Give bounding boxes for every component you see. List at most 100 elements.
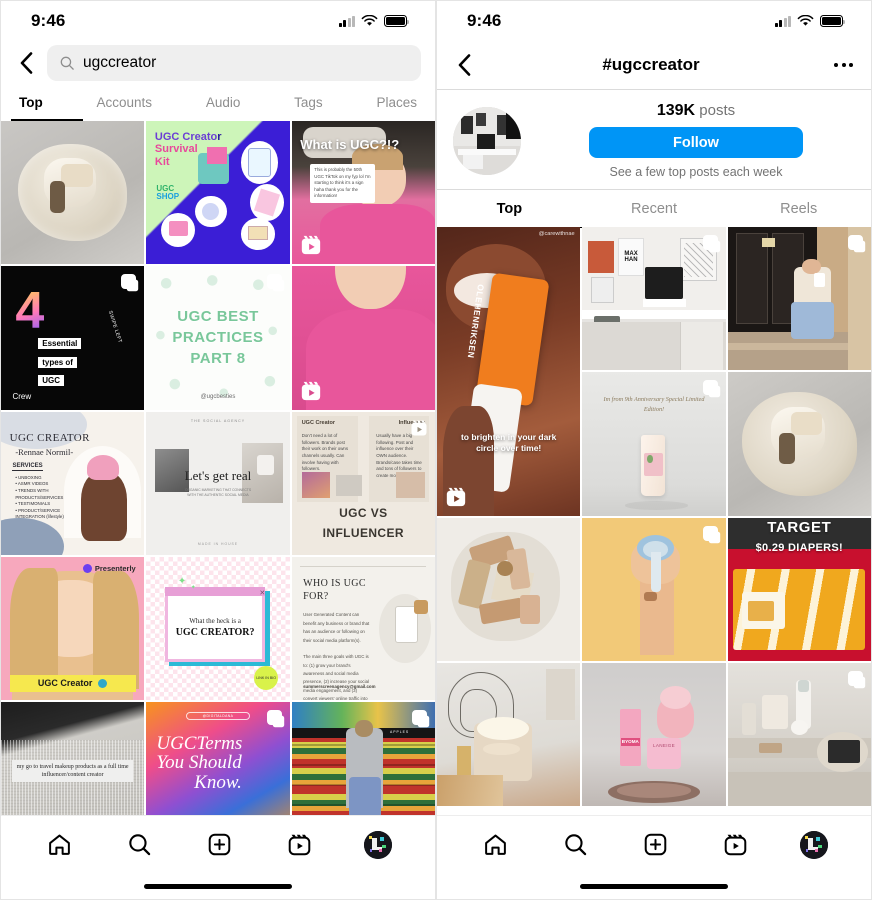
reels-badge-icon xyxy=(410,419,428,437)
search-header: ugccreator xyxy=(1,41,435,81)
post-bullet-3: TRENDS WITH PRODUCTS/SERVICES xyxy=(15,487,64,500)
hashtag-grid-wrapper[interactable]: OLEHENRIKSEN @carewithnae to brighten in… xyxy=(437,227,871,815)
grid-post-r5c2[interactable]: @DIGITALDANA UGCTerms You Should Know. P… xyxy=(146,702,290,815)
carousel-badge-icon xyxy=(702,525,722,545)
grid-post-g4[interactable] xyxy=(727,372,871,516)
reels-icon[interactable] xyxy=(720,830,750,860)
plus-square-icon[interactable] xyxy=(204,830,234,860)
post-thumbnail: OLEHENRIKSEN @carewithnae to brighten in… xyxy=(437,227,581,516)
grid-post-r3c3[interactable]: UGC Creator Influencer Don't need a lot … xyxy=(291,411,435,555)
wifi-icon xyxy=(361,15,378,26)
post-brand-b: LANEIGE xyxy=(653,743,676,749)
grid-post-g5[interactable] xyxy=(437,517,581,661)
carousel-badge-icon xyxy=(266,710,286,730)
grid-post-r1c2[interactable]: UGC Creator Survival Kit UGC SHOP xyxy=(146,121,290,265)
sparkle-icon: ✦ xyxy=(190,585,196,592)
grid-post-g7[interactable]: TARGET $0.29 DIAPERS! xyxy=(727,517,871,661)
profile-avatar-icon[interactable] xyxy=(800,830,828,859)
post-bullet-4: TESTIMONIALS xyxy=(18,501,51,507)
back-chevron-icon[interactable] xyxy=(449,48,479,82)
post-thumbnail: UGC CREATOR -Rennae Normil- SERVICES • U… xyxy=(1,411,145,555)
grid-post-r4c3[interactable]: WHO IS UGC FOR? User Generated Content c… xyxy=(291,556,435,701)
home-icon[interactable] xyxy=(480,830,510,860)
post-watermark: @carewithnae xyxy=(538,231,575,238)
grid-post-r3c1[interactable]: UGC CREATOR -Rennae Normil- SERVICES • U… xyxy=(1,411,145,555)
post-line-2: types of xyxy=(38,356,77,368)
search-filter-tabs: Top Accounts Audio Tags Places xyxy=(1,81,435,121)
post-brand-a: BYOMA xyxy=(621,737,640,747)
tab-accounts[interactable]: Accounts xyxy=(97,95,153,121)
tab-top[interactable]: Top xyxy=(19,95,43,121)
carousel-badge-icon xyxy=(702,380,722,400)
post-line-1: TARGET xyxy=(767,519,832,537)
page-title: #ugccreator xyxy=(602,55,700,74)
grid-post-r2c3[interactable] xyxy=(291,266,435,410)
search-icon[interactable] xyxy=(124,830,154,860)
post-line-2: $0.29 DIAPERS! xyxy=(755,542,843,555)
post-thumbnail: What the heck is a UGC CREATOR? ✕ ✦ ✦ LI… xyxy=(146,556,290,701)
post-thumbnail: TARGET $0.29 DIAPERS! xyxy=(727,517,871,661)
post-sticker: LINK IN BIO xyxy=(254,666,279,691)
search-input-value: ugccreator xyxy=(83,54,157,71)
post-thumbnail: my go to travel makeup products as a ful… xyxy=(1,702,145,815)
reels-badge-icon xyxy=(445,486,467,508)
post-title: Let's get real xyxy=(184,467,252,483)
post-thumbnail: Presenterly UGC Creator xyxy=(1,556,145,701)
status-time: 9:46 xyxy=(31,11,66,30)
grid-post-r1c3[interactable]: What is UGC?!? This is probably the 50th… xyxy=(291,121,435,265)
search-results-grid-wrapper[interactable]: UGC Creator Survival Kit UGC SHOP What i… xyxy=(1,121,435,815)
post-shelf-label: APPLES xyxy=(389,729,410,734)
post-line-1: What the heck is a xyxy=(189,616,241,625)
bottom-tab-bar xyxy=(1,815,435,873)
tab-audio[interactable]: Audio xyxy=(206,95,241,121)
reels-icon[interactable] xyxy=(284,830,314,860)
grid-post-r4c1[interactable]: Presenterly UGC Creator xyxy=(1,556,145,701)
avatar[interactable] xyxy=(453,106,521,175)
post-bullet-5: PRODUCT/SERVICE INTEGRATION (lifestyle) xyxy=(15,507,64,520)
post-caption: my go to travel makeup products as a ful… xyxy=(12,759,133,782)
plus-square-icon[interactable] xyxy=(640,830,670,860)
post-subtitle: -Rennae Normil- xyxy=(15,447,74,458)
post-handle: @ugcbesties xyxy=(200,393,236,400)
post-bullet-1: UNBOXING xyxy=(18,474,42,480)
tab-reels[interactable]: Reels xyxy=(726,190,871,227)
tab-top[interactable]: Top xyxy=(437,190,582,228)
grid-post-r2c1[interactable]: 4 Essential types of UGC SWIPE LEFT Crew xyxy=(1,266,145,410)
search-input[interactable]: ugccreator xyxy=(47,45,421,81)
grid-post-r5c1[interactable]: my go to travel makeup products as a ful… xyxy=(1,702,145,815)
grid-post-g9[interactable]: BYOMA LANEIGE xyxy=(582,662,726,807)
home-icon[interactable] xyxy=(44,830,74,860)
grid-post-r2c2[interactable]: UGC BEST PRACTICES PART 8 @ugcbesties xyxy=(146,266,290,410)
tab-recent[interactable]: Recent xyxy=(582,190,727,227)
grid-post-featured-reel[interactable]: OLEHENRIKSEN @carewithnae to brighten in… xyxy=(437,227,581,516)
grid-post-g10[interactable] xyxy=(727,662,871,807)
grid-post-g1[interactable]: MAX HAN xyxy=(582,227,726,371)
cellular-bars-icon xyxy=(774,15,791,27)
carousel-badge-icon xyxy=(702,235,722,254)
post-title-line-2: INFLUENCER xyxy=(322,526,404,541)
posts-label: posts xyxy=(699,102,736,119)
post-thumbnail: UGC Creator Survival Kit UGC SHOP xyxy=(146,121,290,265)
grid-post-r5c3[interactable]: APPLES xyxy=(291,702,435,815)
follow-button[interactable]: Follow xyxy=(589,127,803,158)
home-indicator xyxy=(437,873,871,899)
grid-post-r1c1[interactable] xyxy=(1,121,145,265)
grid-post-g8[interactable] xyxy=(437,662,581,807)
search-icon[interactable] xyxy=(560,830,590,860)
profile-avatar-icon[interactable] xyxy=(364,830,392,859)
carousel-badge-icon xyxy=(121,274,141,294)
grid-post-g6[interactable] xyxy=(582,517,726,661)
posts-count-line: 139K posts xyxy=(657,102,735,120)
search-results-grid: UGC Creator Survival Kit UGC SHOP What i… xyxy=(1,121,435,815)
more-options-icon[interactable] xyxy=(823,63,853,67)
carousel-badge-icon xyxy=(847,670,867,690)
grid-post-g2[interactable] xyxy=(727,227,871,371)
tab-places[interactable]: Places xyxy=(376,95,417,121)
grid-post-g3[interactable]: Im from 9th Anniversary Special Limited … xyxy=(582,372,726,516)
hashtag-subtitle: See a few top posts each week xyxy=(609,165,783,179)
grid-post-r4c2[interactable]: What the heck is a UGC CREATOR? ✕ ✦ ✦ LI… xyxy=(146,556,290,701)
post-section-label: SERVICES xyxy=(12,463,43,472)
grid-post-r3c2[interactable]: THE SOCIAL AGENCY Let's get real ORGANIC… xyxy=(146,411,290,555)
tab-tags[interactable]: Tags xyxy=(294,95,323,121)
back-chevron-icon[interactable] xyxy=(11,46,41,80)
